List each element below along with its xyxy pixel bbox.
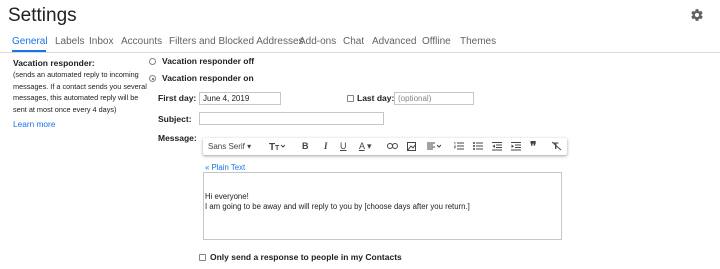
vacation-responder-description: (sends an automated reply to incoming me…	[13, 70, 147, 114]
tab-filters[interactable]: Filters and Blocked Addresses	[169, 36, 304, 47]
first-day-input[interactable]: June 4, 2019	[199, 92, 281, 105]
message-line-2: I am going to be away and will reply to …	[205, 202, 470, 211]
tab-advanced[interactable]: Advanced	[372, 36, 416, 47]
settings-tabs: General Labels Inbox Accounts Filters an…	[0, 30, 720, 53]
tab-accounts[interactable]: Accounts	[121, 36, 162, 47]
tab-offline[interactable]: Offline	[422, 36, 451, 47]
plain-text-link[interactable]: « Plain Text	[205, 163, 245, 172]
last-day-checkbox[interactable]	[347, 95, 354, 102]
bulleted-list-icon[interactable]	[473, 142, 483, 150]
quote-icon[interactable]: ❞	[530, 139, 536, 153]
indent-more-icon[interactable]	[511, 142, 521, 151]
vacation-responder-label: Vacation responder:	[13, 58, 95, 68]
subject-label: Subject:	[158, 114, 192, 124]
vacation-on-radio[interactable]	[149, 75, 156, 82]
vacation-off-radio[interactable]	[149, 58, 156, 65]
svg-text:T: T	[275, 145, 280, 151]
last-day-label: Last day:	[357, 93, 395, 103]
subject-input[interactable]	[199, 112, 384, 125]
contacts-only-label[interactable]: Only send a response to people in my Con…	[210, 252, 402, 262]
message-line-1: Hi everyone!	[205, 192, 249, 201]
tab-themes[interactable]: Themes	[460, 36, 496, 47]
italic-icon[interactable]: I	[324, 141, 328, 151]
tab-general[interactable]: General	[12, 36, 48, 47]
message-label: Message:	[158, 133, 197, 143]
last-day-input[interactable]: (optional)	[394, 92, 474, 105]
vacation-off-label[interactable]: Vacation responder off	[162, 56, 254, 66]
underline-icon[interactable]: U	[340, 141, 347, 151]
align-icon[interactable]	[427, 142, 441, 150]
bold-icon[interactable]: B	[302, 141, 309, 151]
tab-labels[interactable]: Labels	[55, 36, 84, 47]
first-day-label: First day:	[158, 93, 197, 103]
font-size-icon[interactable]: TT	[269, 141, 285, 151]
link-icon[interactable]	[387, 142, 398, 150]
image-icon[interactable]	[407, 142, 416, 151]
active-tab-indicator	[12, 50, 46, 52]
gear-icon[interactable]	[690, 8, 704, 22]
text-color-icon[interactable]: A ▾	[359, 141, 372, 152]
message-editor[interactable]: Hi everyone! I am going to be away and w…	[203, 172, 562, 240]
tab-add-ons[interactable]: Add-ons	[299, 36, 336, 47]
page-title: Settings	[8, 5, 77, 26]
numbered-list-icon[interactable]	[454, 142, 464, 150]
vacation-on-label[interactable]: Vacation responder on	[162, 73, 254, 83]
contacts-only-checkbox[interactable]	[199, 254, 206, 261]
learn-more-link[interactable]: Learn more	[13, 119, 55, 129]
tab-inbox[interactable]: Inbox	[89, 36, 113, 47]
tab-chat[interactable]: Chat	[343, 36, 364, 47]
indent-less-icon[interactable]	[492, 142, 502, 151]
formatting-toolbar: Sans Serif ▾ TT B I U A ▾ ❞ T	[203, 138, 567, 155]
remove-formatting-icon[interactable]: T	[552, 141, 562, 151]
font-family-select[interactable]: Sans Serif ▾	[208, 142, 251, 151]
